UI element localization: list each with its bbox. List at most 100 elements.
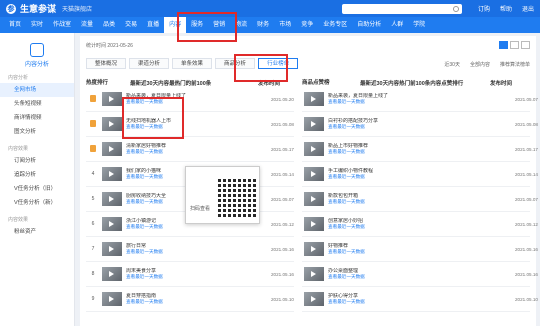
content-cell: 手工编织小物件教程 查看最近一天数据 (328, 168, 413, 180)
nav-item[interactable]: 市场 (274, 17, 296, 33)
content-cell: 好物推荐 查看最近一天数据 (328, 243, 413, 255)
video-thumbnail[interactable] (304, 142, 324, 156)
tab[interactable]: 整体概况 (86, 58, 127, 69)
nav-item[interactable]: 竞争 (296, 17, 318, 33)
video-thumbnail[interactable] (102, 242, 122, 256)
left-table-row[interactable]: 清新家居好物推荐 查看最近一天数据 2021.05.17 (86, 138, 297, 160)
left-table-row[interactable]: 8 周末美食分享 查看最近一天数据 2021.05.16 (86, 263, 297, 285)
left-table-row[interactable]: 7 旅行日常 查看最近一天数据 2021.05.16 (86, 238, 297, 260)
grid-view-icon[interactable] (499, 41, 508, 49)
right-table-row[interactable]: 好物推荐 查看最近一天数据 2021.05.16 (302, 238, 540, 260)
main-nav: 首页 实时 作战室 流量 品类 交易 直播 内容 服务 营销 物流 财务 市场 竞争 业务专区 自助分析 人群学… (0, 17, 540, 33)
content-cell: 周末美食分享 查看最近一天数据 (126, 268, 211, 280)
content-cell: 护肤心得分享 查看最近一天数据 (328, 293, 413, 305)
right-table-row[interactable]: 白衬衫的搭配技巧分享 查看最近一天数据 2021.05.08 (302, 113, 540, 135)
view-data-link[interactable]: 查看最近一天数据 (126, 224, 211, 230)
ranking-type-select[interactable]: 推荐算法榜单 (500, 61, 530, 68)
qr-code-icon (218, 177, 258, 217)
sidebar-item[interactable]: 商详情视频 (0, 111, 74, 125)
video-thumbnail[interactable] (102, 92, 122, 106)
publish-date: 2021.05.07 (515, 196, 538, 202)
right-table-row[interactable]: 办公桌面整理 查看最近一天数据 2021.05.16 (302, 263, 540, 285)
publish-date: 2021.05.12 (271, 221, 294, 227)
nav-item[interactable]: 财务 (252, 17, 274, 33)
video-thumbnail[interactable] (304, 117, 324, 131)
right-table-row[interactable]: 手工编织小物件教程 查看最近一天数据 2021.05.14 (302, 163, 540, 185)
nav-item[interactable]: 交易 (120, 17, 142, 33)
view-data-link[interactable]: 查看最近一天数据 (328, 224, 413, 230)
video-thumbnail[interactable] (102, 292, 122, 306)
video-thumbnail[interactable] (304, 92, 324, 106)
video-thumbnail[interactable] (304, 242, 324, 256)
right-table-row[interactable]: 新品上市好物推荐 查看最近一天数据 2021.05.17 (302, 138, 540, 160)
view-toggle[interactable] (499, 41, 530, 49)
view-data-link[interactable]: 查看最近一天数据 (328, 124, 413, 130)
download-icon[interactable] (521, 41, 530, 49)
view-data-link[interactable]: 查看最近一天数据 (328, 99, 413, 105)
video-thumbnail[interactable] (102, 192, 122, 206)
order-link[interactable]: 订购 (478, 4, 490, 13)
header-search-input[interactable] (341, 3, 462, 14)
video-thumbnail[interactable] (102, 217, 122, 231)
sidebar-item[interactable]: V任务分析（新） (0, 196, 74, 210)
content-cell: 新款包包开箱 查看最近一天数据 (328, 193, 413, 205)
view-data-link[interactable]: 查看最近一天数据 (126, 149, 211, 155)
right-table-row[interactable]: 创意家居小妙招 查看最近一天数据 2021.05.12 (302, 213, 540, 235)
tab[interactable]: 渠道分析 (129, 58, 170, 69)
row-divider (302, 211, 530, 212)
view-data-link[interactable]: 查看最近一天数据 (126, 274, 211, 280)
sidebar-item[interactable]: 图文分析 (0, 125, 74, 139)
view-data-link[interactable]: 查看最近一天数据 (328, 149, 413, 155)
view-data-link[interactable]: 查看最近一天数据 (328, 299, 413, 305)
logout-link[interactable]: 退出 (522, 4, 534, 13)
left-table-row[interactable]: 新品来袭，夏日限量上线了 查看最近一天数据 2021.05.20 (86, 88, 297, 110)
nav-item[interactable]: 品类 (98, 17, 120, 33)
video-thumbnail[interactable] (102, 267, 122, 281)
view-data-link[interactable]: 查看最近一天数据 (328, 274, 413, 280)
video-thumbnail[interactable] (304, 292, 324, 306)
view-data-link[interactable]: 查看最近一天数据 (328, 174, 413, 180)
view-data-link[interactable]: 查看最近一天数据 (126, 249, 211, 255)
view-data-link[interactable]: 查看最近一天数据 (126, 299, 211, 305)
sidebar-item[interactable]: 追踪分析 (0, 168, 74, 182)
sidebar-item[interactable]: V任务分析（旧） (0, 182, 74, 196)
help-link[interactable]: 帮助 (500, 4, 512, 13)
nav-item[interactable]: 流量 (76, 17, 98, 33)
nav-item[interactable]: 直播 (142, 17, 164, 33)
view-data-link[interactable]: 查看最近一天数据 (328, 199, 413, 205)
video-thumbnail[interactable] (102, 142, 122, 156)
shop-name[interactable]: 天猫旗舰店 (62, 4, 92, 13)
content-type-select[interactable]: 全部内容 (470, 61, 490, 68)
right-table-row[interactable]: 护肤心得分享 查看最近一天数据 2021.05.10 (302, 288, 540, 310)
publish-date: 2021.05.12 (515, 221, 538, 227)
nav-item[interactable]: 学院 (408, 17, 430, 33)
sidebar-item[interactable]: 全网市场 (0, 83, 74, 97)
brand-logo-icon: 参 (6, 3, 16, 14)
video-thumbnail[interactable] (304, 217, 324, 231)
video-thumbnail[interactable] (304, 267, 324, 281)
tab[interactable]: 单条效果 (172, 58, 213, 69)
nav-item[interactable]: 作战室 (48, 17, 76, 33)
content-cell: 白衬衫的搭配技巧分享 查看最近一天数据 (328, 118, 413, 130)
sidebar-item[interactable]: 订阅分析 (0, 154, 74, 168)
video-thumbnail[interactable] (304, 167, 324, 181)
period-select[interactable]: 近30天 (444, 61, 460, 68)
nav-item[interactable]: 业务专区 (318, 17, 352, 33)
right-table-row[interactable]: 新款包包开箱 查看最近一天数据 2021.05.07 (302, 188, 540, 210)
video-thumbnail[interactable] (102, 167, 122, 181)
video-thumbnail[interactable] (102, 117, 122, 131)
left-table-row[interactable]: 无线扫地机器人上市 查看最近一天数据 2021.05.08 (86, 113, 297, 135)
sidebar-item[interactable]: 头条短视频 (0, 97, 74, 111)
nav-item[interactable]: 自助分析 (352, 17, 386, 33)
list-view-icon[interactable] (510, 41, 519, 49)
nav-item[interactable]: 人群 (386, 17, 408, 33)
view-data-link[interactable]: 查看最近一天数据 (328, 249, 413, 255)
row-divider (302, 161, 530, 162)
right-table-row[interactable]: 新品来袭，夏日限量上线了 查看最近一天数据 2021.05.07 (302, 88, 540, 110)
video-thumbnail[interactable] (304, 192, 324, 206)
sidebar-item[interactable]: 粉丝资产 (0, 225, 74, 239)
medal-icon (90, 94, 96, 102)
left-table-row[interactable]: 9 夏日穿搭指南 查看最近一天数据 2021.05.10 (86, 288, 297, 310)
nav-item[interactable]: 实时 (26, 17, 48, 33)
nav-item[interactable]: 首页 (4, 17, 26, 33)
